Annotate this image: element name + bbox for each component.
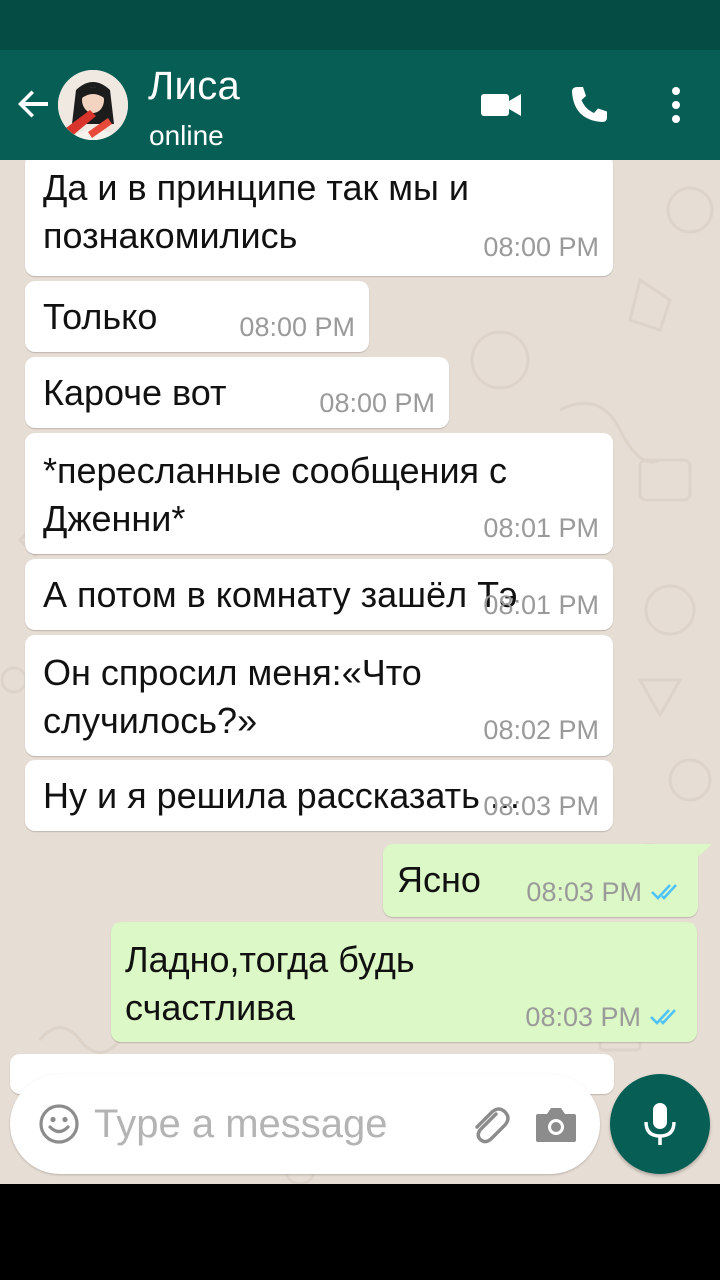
message-text: А потом в комнату зашёл Тэ <box>43 574 518 615</box>
message-bubble-incoming[interactable]: Кароче вот 08:00 PM <box>25 357 449 428</box>
status-bar <box>0 0 720 50</box>
message-text: познакомились <box>43 215 298 256</box>
mic-button[interactable] <box>610 1074 710 1174</box>
message-bubble-incoming[interactable]: А потом в комнату зашёл Тэ 08:01 PM <box>25 559 613 630</box>
more-vert-icon[interactable] <box>664 82 688 128</box>
message-input[interactable] <box>94 1096 454 1152</box>
video-call-icon[interactable] <box>478 82 524 128</box>
avatar-image <box>58 70 128 140</box>
message-text: случилось?» <box>43 700 258 741</box>
message-bubble-incoming[interactable]: *пересланные сообщения с Дженни* 08:01 P… <box>25 433 613 554</box>
message-text: *пересланные сообщения с <box>43 450 508 491</box>
contact-status: online <box>149 120 224 151</box>
message-text: Кароче вот <box>43 372 227 413</box>
message-bubble-incoming[interactable]: Только 08:00 PM <box>25 281 369 352</box>
message-text: Только <box>43 296 158 337</box>
back-arrow-icon[interactable] <box>14 84 54 124</box>
message-text: Он спросил меня:«Что <box>43 652 422 693</box>
message-text: счастлива <box>125 987 295 1028</box>
message-bubble-outgoing[interactable]: Ладно,тогда будь счастлива 08:03 PM <box>111 922 697 1042</box>
message-text: Ладно,тогда будь <box>125 939 415 980</box>
message-bubble-incoming[interactable]: Он спросил меня:«Что случилось?» 08:02 P… <box>25 635 613 756</box>
system-nav-bar <box>0 1184 720 1280</box>
read-receipt-icon <box>651 884 677 900</box>
emoji-icon[interactable] <box>38 1103 80 1145</box>
mic-icon <box>644 1103 676 1145</box>
message-time: 08:03 PM <box>525 1002 641 1032</box>
message-text: Дженни* <box>43 498 186 539</box>
chat-header: Лиса online <box>0 50 720 160</box>
camera-icon[interactable] <box>534 1106 578 1144</box>
read-receipt-icon <box>650 1009 676 1025</box>
message-time: 08:00 PM <box>483 232 599 262</box>
message-text: Ну и я решила рассказать ... <box>43 775 520 816</box>
message-composer <box>10 1074 600 1174</box>
avatar[interactable] <box>58 70 128 140</box>
attach-icon[interactable] <box>466 1102 512 1148</box>
message-time: 08:01 PM <box>483 513 599 543</box>
message-time: 08:01 PM <box>483 590 599 620</box>
chat-area[interactable]: Да и в принципе так мы и познакомились 0… <box>0 160 720 1184</box>
message-bubble-incoming[interactable]: Да и в принципе так мы и познакомились 0… <box>25 160 613 276</box>
contact-name[interactable]: Лиса <box>148 64 240 109</box>
message-time: 08:00 PM <box>239 312 355 342</box>
message-time: 08:03 PM <box>526 877 642 907</box>
message-bubble-outgoing[interactable]: Ясно 08:03 PM <box>383 844 698 917</box>
message-bubble-incoming[interactable]: Ну и я решила рассказать ... 08:03 PM <box>25 760 613 831</box>
message-time: 08:00 PM <box>319 388 435 418</box>
message-time: 08:03 PM <box>483 791 599 821</box>
message-text: Ясно <box>397 859 481 900</box>
phone-call-icon[interactable] <box>566 82 612 128</box>
message-time: 08:02 PM <box>483 715 599 745</box>
message-text: Да и в принципе так мы и <box>43 167 469 208</box>
